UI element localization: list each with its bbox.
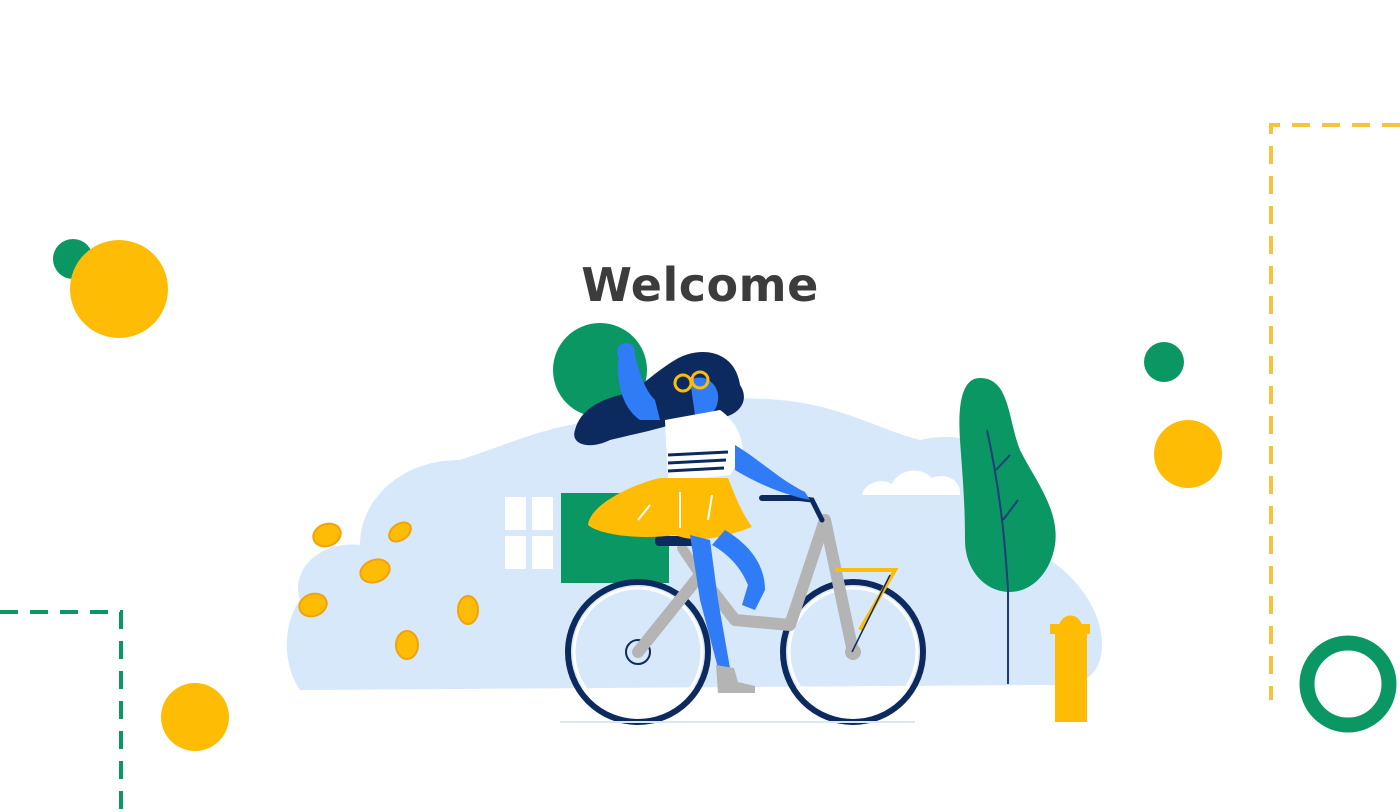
yellow-dashed-frame	[1269, 123, 1400, 700]
page-title: Welcome	[581, 258, 819, 312]
yellow-dot-right	[1154, 420, 1222, 488]
green-dashed-frame	[0, 610, 123, 812]
fire-hydrant	[1050, 615, 1090, 722]
house-window	[505, 497, 553, 569]
yellow-dot-bottom	[161, 683, 229, 751]
woman-riding-bicycle-illustration	[286, 323, 1102, 725]
green-dot-right	[1144, 342, 1184, 382]
green-ring	[1299, 635, 1397, 733]
welcome-screen: Welcome	[0, 0, 1400, 812]
